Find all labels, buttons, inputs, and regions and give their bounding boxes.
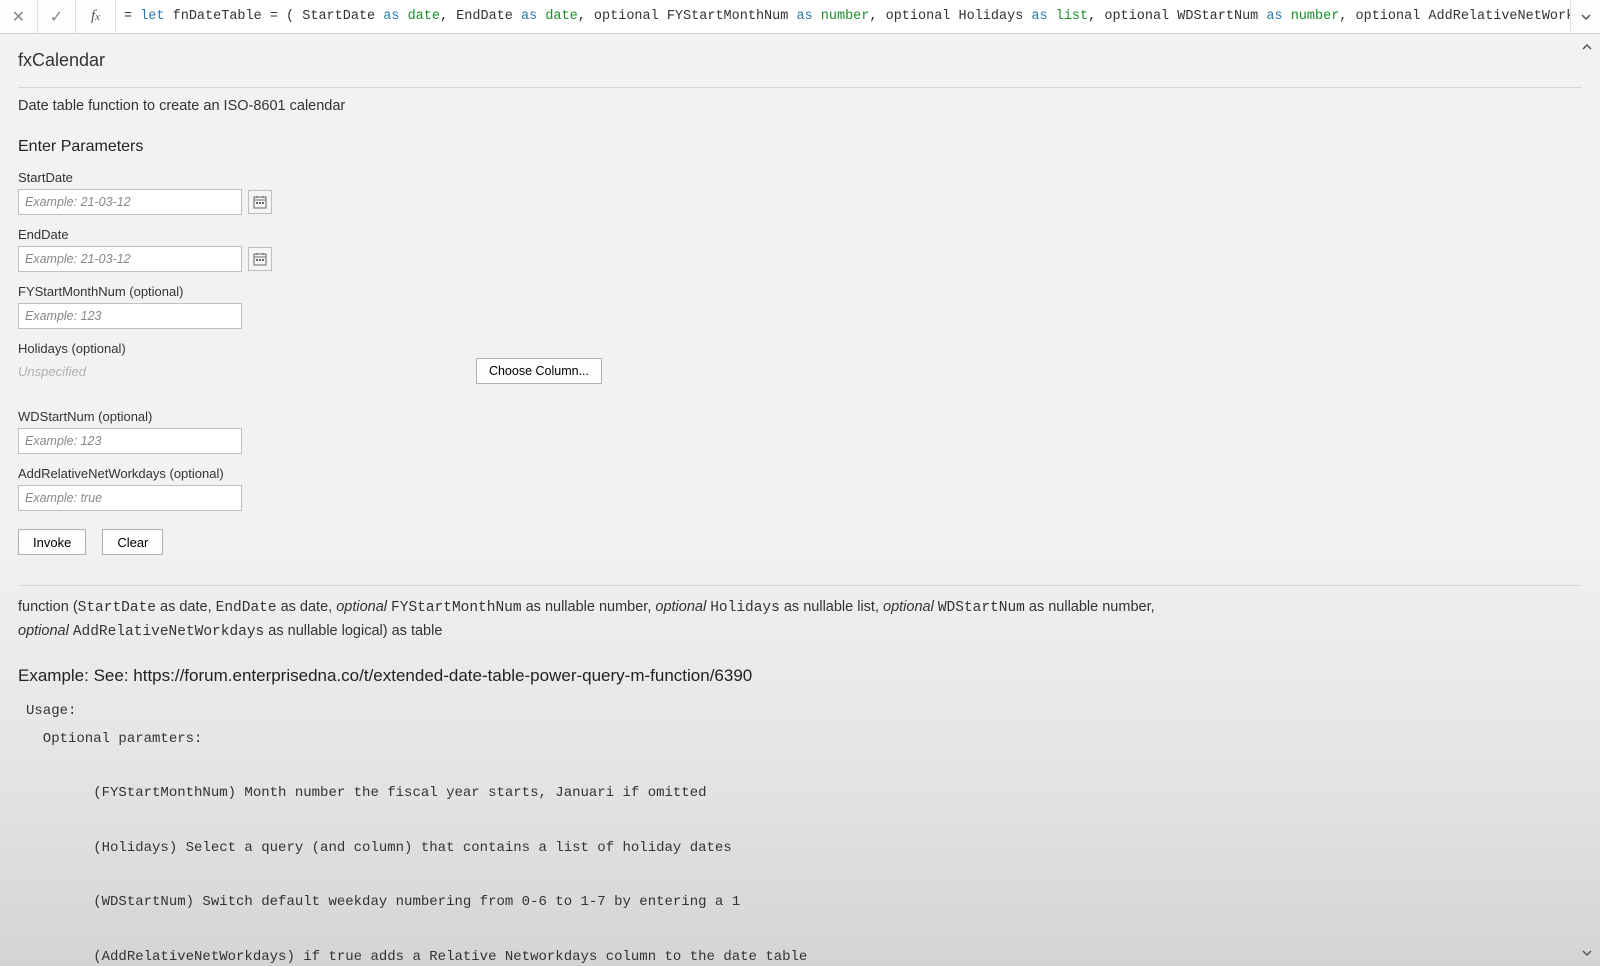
- wdstartnum-input[interactable]: [18, 428, 242, 454]
- param-fystartmonthnum: FYStartMonthNum (optional): [18, 284, 1582, 329]
- addrelativenetworkdays-input[interactable]: [18, 485, 242, 511]
- formula-confirm-button[interactable]: ✓: [38, 0, 76, 33]
- formula-bar: ✕ ✓ fx = let fnDateTable = ( StartDate a…: [0, 0, 1600, 34]
- param-addrelativenetworkdays: AddRelativeNetWorkdays (optional): [18, 466, 1582, 511]
- clear-button[interactable]: Clear: [102, 529, 163, 555]
- function-name: fxCalendar: [18, 44, 1582, 83]
- startdate-input[interactable]: [18, 189, 242, 215]
- param-label: FYStartMonthNum (optional): [18, 284, 1582, 299]
- calendar-icon[interactable]: [248, 247, 272, 271]
- param-label: EndDate: [18, 227, 1582, 242]
- invoke-button[interactable]: Invoke: [18, 529, 86, 555]
- calendar-icon[interactable]: [248, 190, 272, 214]
- param-enddate: EndDate: [18, 227, 1582, 272]
- content-area: fxCalendar Date table function to create…: [0, 34, 1600, 966]
- description: Date table function to create an ISO-860…: [18, 98, 1582, 114]
- param-startdate: StartDate: [18, 170, 1582, 215]
- fx-icon: fx: [76, 0, 116, 33]
- fystartmonthnum-input[interactable]: [18, 303, 242, 329]
- example-heading: Example: See: https://forum.enterprisedn…: [18, 666, 1582, 686]
- holidays-unspecified: Unspecified: [18, 360, 86, 397]
- parameters-heading: Enter Parameters: [18, 138, 1582, 156]
- param-label: WDStartNum (optional): [18, 409, 1582, 424]
- scroll-down-button[interactable]: [1578, 944, 1596, 962]
- separator: [18, 87, 1582, 88]
- separator: [18, 585, 1582, 586]
- param-holidays: Holidays (optional) Unspecified Choose C…: [18, 341, 1582, 397]
- function-signature: function (StartDate as date, EndDate as …: [18, 596, 1582, 644]
- param-label: AddRelativeNetWorkdays (optional): [18, 466, 1582, 481]
- formula-cancel-button[interactable]: ✕: [0, 0, 38, 33]
- param-label: StartDate: [18, 170, 1582, 185]
- usage-block: Usage: Optional paramters: (FYStartMonth…: [26, 698, 1582, 966]
- param-wdstartnum: WDStartNum (optional): [18, 409, 1582, 454]
- param-label: Holidays (optional): [18, 341, 1582, 356]
- formula-expand-button[interactable]: [1570, 0, 1600, 33]
- choose-column-button[interactable]: Choose Column...: [476, 358, 602, 384]
- formula-input[interactable]: = let fnDateTable = ( StartDate as date,…: [116, 0, 1570, 33]
- enddate-input[interactable]: [18, 246, 242, 272]
